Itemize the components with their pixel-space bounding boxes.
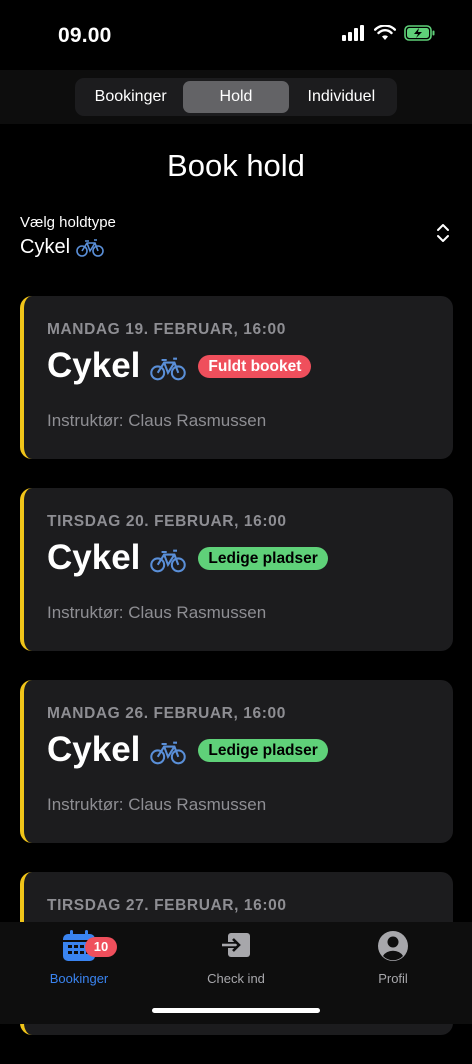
card-title: Cykel <box>47 730 141 769</box>
segment-bookinger[interactable]: Bookinger <box>78 81 183 113</box>
tab-bookinger[interactable]: 10 Bookinger <box>19 930 139 986</box>
class-card[interactable]: MANDAG 19. FEBRUAR, 16:00 Cykel Fuldt bo… <box>20 296 453 459</box>
chevron-up-down-icon[interactable] <box>436 222 450 249</box>
card-date: TIRSDAG 20. FEBRUAR, 16:00 <box>47 513 287 530</box>
home-indicator <box>152 1008 320 1013</box>
status-badge: Ledige pladser <box>198 546 328 570</box>
segmented-control: Bookinger Hold Individuel <box>75 78 397 116</box>
segment-hold[interactable]: Hold <box>183 81 289 113</box>
picker-value: Cykel <box>20 236 71 258</box>
segment-individuel[interactable]: Individuel <box>289 81 394 113</box>
card-title: Cykel <box>47 346 141 385</box>
card-instructor: Instruktør: Claus Rasmussen <box>47 411 267 430</box>
signal-icon <box>342 25 364 41</box>
class-type-picker[interactable]: Cykel <box>20 236 104 259</box>
status-icons <box>342 25 436 41</box>
profile-icon <box>378 931 408 961</box>
tab-label: Profil <box>378 971 408 986</box>
class-card[interactable]: TIRSDAG 20. FEBRUAR, 16:00 Cykel Ledige … <box>20 488 453 651</box>
bicycle-icon <box>76 238 104 257</box>
bicycle-icon <box>150 741 187 765</box>
tab-check-ind[interactable]: Check ind <box>176 930 296 986</box>
bicycle-icon <box>150 549 187 573</box>
card-date: MANDAG 19. FEBRUAR, 16:00 <box>47 321 286 338</box>
wifi-icon <box>374 25 396 40</box>
card-date: MANDAG 26. FEBRUAR, 16:00 <box>47 705 286 722</box>
status-time: 09.00 <box>58 24 112 47</box>
notification-badge: 10 <box>85 937 117 957</box>
battery-charging-icon <box>404 25 435 41</box>
bicycle-icon <box>150 357 187 381</box>
card-title: Cykel <box>47 538 141 577</box>
class-card[interactable]: MANDAG 26. FEBRUAR, 16:00 Cykel Ledige p… <box>20 680 453 843</box>
check-in-icon <box>222 933 250 957</box>
card-instructor: Instruktør: Claus Rasmussen <box>47 795 267 814</box>
tab-label: Bookinger <box>49 971 109 986</box>
status-badge: Fuldt booket <box>198 354 312 378</box>
tab-label: Check ind <box>207 971 265 986</box>
status-badge: Ledige pladser <box>198 738 328 762</box>
page-title: Book hold <box>167 148 305 183</box>
picker-label: Vælg holdtype <box>20 214 116 231</box>
status-bar: 09.00 <box>0 0 472 70</box>
tab-profil[interactable]: Profil <box>333 930 453 986</box>
card-instructor: Instruktør: Claus Rasmussen <box>47 603 267 622</box>
card-date: TIRSDAG 27. FEBRUAR, 16:00 <box>47 897 287 914</box>
